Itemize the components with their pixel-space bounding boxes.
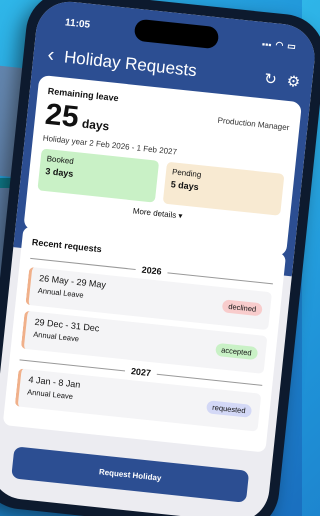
refresh-icon[interactable]: ↻ <box>263 69 277 88</box>
phone-frame: 11:05 ▪▪▪ ◠ ▭ ‹ Holiday Requests ↻ ⚙ Rem… <box>0 0 320 516</box>
booked-box: Booked 3 days <box>37 148 160 203</box>
battery-icon: ▭ <box>286 40 297 52</box>
signal-icon: ▪▪▪ <box>261 38 273 50</box>
remaining-days-number: 25 <box>43 97 81 135</box>
chevron-left-icon[interactable]: ‹ <box>46 44 55 68</box>
sliders-icon[interactable]: ⚙ <box>286 71 301 90</box>
status-icons: ▪▪▪ ◠ ▭ <box>261 38 297 52</box>
leave-summary-card: Remaining leave Production Manager 25 da… <box>23 74 303 257</box>
recent-requests-panel: Recent requests 2026 26 May - 29 May Ann… <box>2 226 287 453</box>
request-holiday-button[interactable]: Request Holiday <box>11 446 250 503</box>
wifi-icon: ◠ <box>275 39 284 51</box>
status-time: 11:05 <box>64 17 91 31</box>
app-screen: 11:05 ▪▪▪ ◠ ▭ ‹ Holiday Requests ↻ ⚙ Rem… <box>0 0 318 516</box>
pending-box: Pending 5 days <box>162 161 285 216</box>
remaining-days-unit: days <box>81 116 110 134</box>
